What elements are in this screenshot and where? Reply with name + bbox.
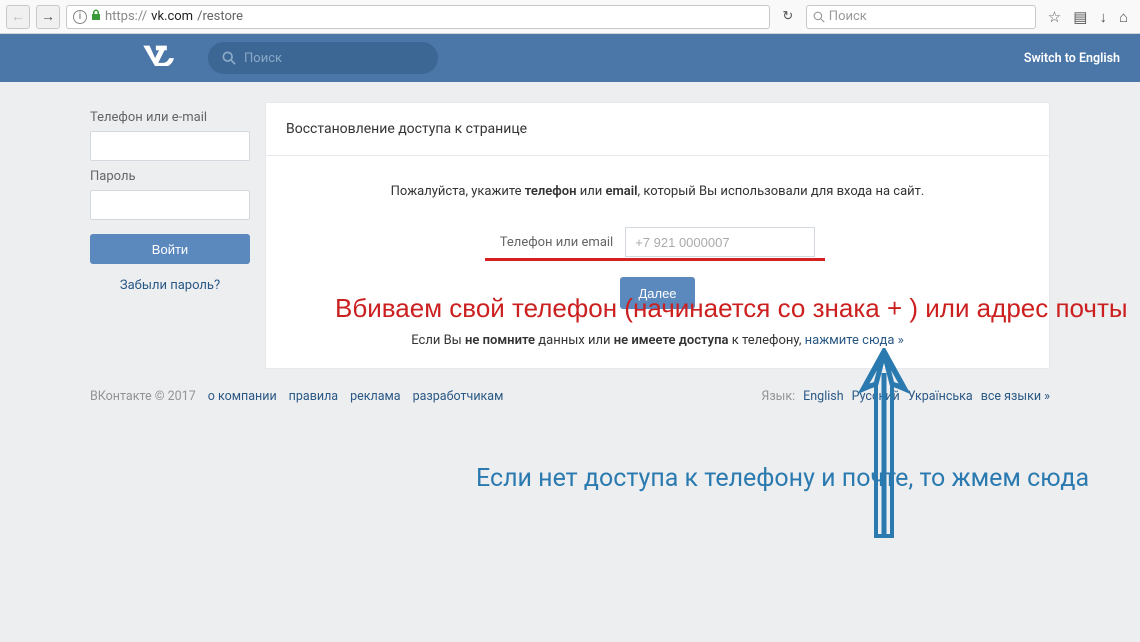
vk-header: Поиск Switch to English <box>0 34 1140 82</box>
next-button[interactable]: Далее <box>620 277 694 309</box>
page-background: Телефон или e-mail Пароль Войти Забыли п… <box>0 82 1140 642</box>
url-bar[interactable]: i https:// vk.com/restore <box>66 5 770 29</box>
panel-title: Восстановление доступа к странице <box>266 103 1049 156</box>
footer: ВКонтакте © 2017 о компании правила рекл… <box>90 381 1050 404</box>
reload-button[interactable]: ↻ <box>776 5 800 29</box>
lang-label: Язык: <box>761 389 795 404</box>
forward-button[interactable]: → <box>36 5 60 29</box>
prompt-text: Пожалуйста, укажите телефон или email, к… <box>286 184 1029 199</box>
download-icon[interactable]: ↓ <box>1099 8 1107 26</box>
search-icon <box>222 51 236 65</box>
back-button[interactable]: ← <box>6 5 30 29</box>
restore-panel: Восстановление доступа к странице Пожалу… <box>265 102 1050 369</box>
lang-ukrainian[interactable]: Українська <box>908 389 973 404</box>
help-text: Если Вы не помните данных или не имеете … <box>286 333 1029 348</box>
url-path: /restore <box>197 9 243 24</box>
library-icon[interactable]: ▤ <box>1073 8 1087 26</box>
lang-all[interactable]: все языки » <box>981 389 1050 404</box>
vk-logo[interactable] <box>140 43 178 73</box>
browser-toolbar: ← → i https:// vk.com/restore ↻ Поиск ☆ ▤… <box>0 0 1140 34</box>
info-icon[interactable]: i <box>73 10 87 24</box>
browser-tool-icons: ☆ ▤ ↓ ⌂ <box>1042 8 1134 26</box>
vk-search-placeholder: Поиск <box>244 51 282 66</box>
forgot-password-link[interactable]: Забыли пароль? <box>120 278 220 293</box>
footer-link-rules[interactable]: правила <box>289 389 338 404</box>
star-icon[interactable]: ☆ <box>1048 8 1061 26</box>
home-icon[interactable]: ⌂ <box>1119 8 1128 26</box>
login-button[interactable]: Войти <box>90 234 250 264</box>
annotation-underline <box>485 258 825 261</box>
click-here-link[interactable]: нажмите сюда » <box>805 333 904 348</box>
vk-search[interactable]: Поиск <box>208 42 438 74</box>
login-input[interactable] <box>90 131 250 161</box>
password-input[interactable] <box>90 190 250 220</box>
login-sidebar: Телефон или e-mail Пароль Войти Забыли п… <box>90 102 250 293</box>
browser-search[interactable]: Поиск <box>806 5 1036 29</box>
lock-icon <box>91 9 101 24</box>
lang-english[interactable]: English <box>803 389 843 404</box>
search-icon <box>813 11 825 23</box>
switch-to-english[interactable]: Switch to English <box>1024 51 1120 66</box>
url-host: vk.com <box>151 9 193 24</box>
footer-link-ads[interactable]: реклама <box>350 389 401 404</box>
url-protocol: https:// <box>105 9 147 24</box>
login-label: Телефон или e-mail <box>90 110 250 125</box>
footer-link-dev[interactable]: разработчикам <box>413 389 504 404</box>
phone-email-input[interactable] <box>625 227 815 257</box>
phone-email-label: Телефон или email <box>500 235 613 250</box>
copyright: ВКонтакте © 2017 <box>90 389 196 404</box>
browser-search-placeholder: Поиск <box>829 9 867 24</box>
password-label: Пароль <box>90 169 250 184</box>
lang-russian[interactable]: Русский <box>852 389 900 404</box>
footer-link-about[interactable]: о компании <box>208 389 277 404</box>
